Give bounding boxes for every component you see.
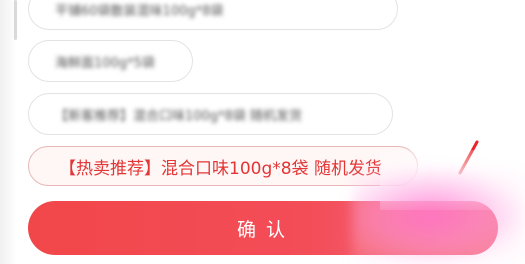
option-label: 海鲜面100g*5袋	[55, 55, 155, 71]
option-chip-selected[interactable]: 【热卖推荐】混合口味100g*8袋 随机发货	[28, 146, 418, 186]
option-label: 平铺60袋散装混味100g*8袋	[55, 3, 224, 19]
spec-selection-panel: 平铺60袋散装混味100g*8袋 海鲜面100g*5袋 【新客推荐】混合口味10…	[0, 0, 525, 264]
scroll-indicator	[14, 0, 17, 40]
option-chip[interactable]: 【新客推荐】混合口味100g*8袋 随机发货	[28, 93, 393, 135]
annotation-stroke-icon	[458, 140, 479, 175]
option-chip[interactable]: 海鲜面100g*5袋	[28, 40, 193, 82]
selected-option-label: 【热卖推荐】混合口味100g*8袋 随机发货	[59, 158, 382, 179]
option-chip[interactable]: 平铺60袋散装混味100g*8袋	[28, 0, 398, 30]
confirm-button-label: 确认	[236, 218, 295, 241]
confirm-button[interactable]: 确认	[28, 201, 498, 255]
option-label: 【新客推荐】混合口味100g*8袋 随机发货	[55, 108, 302, 124]
